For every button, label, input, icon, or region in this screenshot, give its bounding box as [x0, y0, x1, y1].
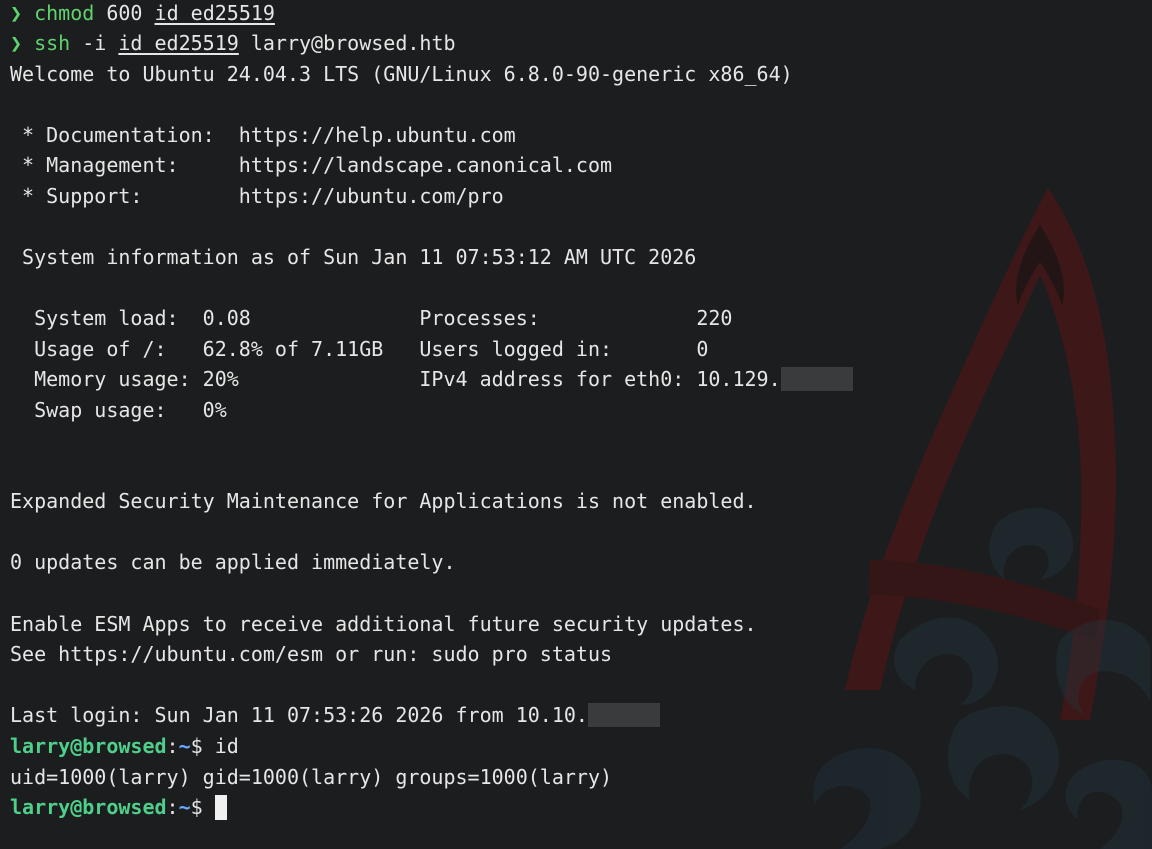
terminal-window[interactable]: ❯ chmod 600 id_ed25519 ❯ ssh -i id_ed255…: [0, 0, 1152, 849]
prompt-path: ~: [178, 795, 191, 819]
welcome-line: Welcome to Ubuntu 24.04.3 LTS (GNU/Linux…: [10, 62, 793, 86]
uid-output-line: uid=1000(larry) gid=1000(larry) groups=1…: [10, 765, 613, 789]
enable-esm-line: Enable ESM Apps to receive additional fu…: [10, 612, 757, 636]
file-argument: id_ed25519: [154, 1, 275, 25]
prompt-path: ~: [178, 734, 191, 758]
command-line-ssh: ❯ ssh -i id_ed25519 larry@browsed.htb: [10, 30, 456, 60]
system-info-line: System information as of Sun Jan 11 07:5…: [10, 245, 697, 269]
documentation-line: * Documentation: https://help.ubuntu.com: [10, 123, 516, 147]
prompt-chevron-icon: ❯: [10, 31, 23, 55]
redacted-ip-block: [587, 703, 660, 727]
prompt-dollar: $: [190, 795, 215, 819]
esm-line: Expanded Security Maintenance for Applic…: [10, 489, 757, 513]
prompt-chevron-icon: ❯: [10, 1, 23, 25]
last-login-line: Last login: Sun Jan 11 07:53:26 2026 fro…: [10, 702, 660, 732]
command-args: 600: [94, 1, 155, 25]
management-line: * Management: https://landscape.canonica…: [10, 153, 613, 177]
redacted-ip-block: [780, 367, 853, 391]
command-name: ssh: [34, 31, 71, 55]
command-args: -i: [70, 31, 119, 55]
file-argument: id_ed25519: [118, 31, 239, 55]
prompt-dollar: $: [190, 734, 215, 758]
stats-row: Swap usage: 0%: [10, 398, 227, 422]
ssh-target: larry@browsed.htb: [238, 31, 456, 55]
prompt-user: larry@browsed: [10, 734, 167, 758]
updates-line: 0 updates can be applied immediately.: [10, 550, 456, 574]
last-login-text: Last login: Sun Jan 11 07:53:26 2026 fro…: [10, 703, 588, 727]
active-prompt-line[interactable]: larry@browsed:~$: [10, 794, 227, 824]
stats-row-ip: Memory usage: 20% IPv4 address for eth0:…: [10, 366, 853, 396]
prompt-colon: :: [166, 795, 179, 819]
see-esm-line: See https://ubuntu.com/esm or run: sudo …: [10, 642, 613, 666]
prompt-colon: :: [166, 734, 179, 758]
command-name: chmod: [34, 1, 95, 25]
command-line-chmod: ❯ chmod 600 id_ed25519: [10, 0, 275, 30]
prompt-user: larry@browsed: [10, 795, 167, 819]
support-line: * Support: https://ubuntu.com/pro: [10, 184, 504, 208]
text-cursor[interactable]: [214, 795, 227, 820]
prompt-line-id: larry@browsed:~$ id: [10, 733, 239, 763]
stats-row-text: Memory usage: 20% IPv4 address for eth0:…: [10, 367, 781, 391]
stats-row: System load: 0.08 Processes: 220: [10, 306, 733, 330]
typed-command: id: [214, 734, 239, 758]
stats-row: Usage of /: 62.8% of 7.11GB Users logged…: [10, 337, 709, 361]
